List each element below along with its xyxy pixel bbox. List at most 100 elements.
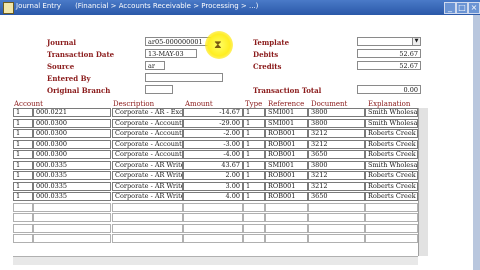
amount-cell[interactable]: [183, 223, 243, 233]
amount-cell[interactable]: -14.67: [183, 108, 243, 117]
description-cell[interactable]: Corporate - AR Write-: [112, 181, 183, 191]
document-cell[interactable]: 3650: [308, 150, 365, 159]
type-cell[interactable]: 1: [243, 192, 265, 201]
account-cell[interactable]: 000.0300: [33, 129, 111, 138]
reference-cell[interactable]: [265, 202, 308, 212]
amount-cell[interactable]: 3.00: [183, 181, 243, 191]
line-col-1[interactable]: 1: [13, 139, 33, 149]
horizontal-scrollbar[interactable]: [13, 256, 418, 265]
description-cell[interactable]: Corporate - Accounts R: [112, 139, 183, 149]
reference-cell[interactable]: ROB001: [265, 129, 308, 138]
amount-cell[interactable]: 43.67: [183, 160, 243, 170]
account-cell[interactable]: 000.0300: [33, 118, 111, 128]
line-col-1[interactable]: [13, 202, 33, 212]
reference-cell[interactable]: SMI001: [265, 108, 308, 117]
type-cell[interactable]: 1: [243, 181, 265, 191]
maximize-button[interactable]: □: [456, 2, 468, 14]
document-cell[interactable]: 3800: [308, 108, 365, 117]
amount-cell[interactable]: -29.00: [183, 118, 243, 128]
document-cell[interactable]: [308, 202, 365, 212]
document-cell[interactable]: 3800: [308, 160, 365, 170]
line-col-1[interactable]: 1: [13, 181, 33, 191]
reference-cell[interactable]: [265, 234, 308, 243]
type-cell[interactable]: [243, 202, 265, 212]
account-cell[interactable]: 000.0221: [33, 108, 111, 117]
document-cell[interactable]: 3212: [308, 139, 365, 149]
entered-by-field[interactable]: [145, 73, 223, 82]
explanation-cell[interactable]: Roberts Creek Lu: [365, 129, 418, 138]
account-cell[interactable]: [33, 234, 111, 243]
explanation-cell[interactable]: Roberts Creek Lu: [365, 192, 418, 201]
reference-cell[interactable]: [265, 213, 308, 222]
line-col-1[interactable]: [13, 223, 33, 233]
document-cell[interactable]: 3212: [308, 181, 365, 191]
reference-cell[interactable]: ROB001: [265, 192, 308, 201]
account-cell[interactable]: 000.0300: [33, 139, 111, 149]
amount-cell[interactable]: [183, 213, 243, 222]
description-cell[interactable]: [112, 213, 183, 222]
type-cell[interactable]: 1: [243, 139, 265, 149]
explanation-cell[interactable]: [365, 213, 418, 222]
amount-cell[interactable]: -3.00: [183, 139, 243, 149]
explanation-cell[interactable]: Roberts Creek Lu: [365, 171, 418, 180]
explanation-cell[interactable]: Roberts Creek Lu: [365, 181, 418, 191]
explanation-cell[interactable]: Smith Wholesal: [365, 160, 418, 170]
account-cell[interactable]: 000.0335: [33, 160, 111, 170]
document-cell[interactable]: [308, 213, 365, 222]
description-cell[interactable]: Corporate - Accounts R: [112, 118, 183, 128]
reference-cell[interactable]: SMI001: [265, 118, 308, 128]
reference-cell[interactable]: ROB001: [265, 171, 308, 180]
transaction-date-field[interactable]: 13-MAY-03: [145, 49, 197, 58]
document-cell[interactable]: 3800: [308, 118, 365, 128]
description-cell[interactable]: Corporate - Accounts R: [112, 150, 183, 159]
amount-cell[interactable]: 4.00: [183, 192, 243, 201]
explanation-cell[interactable]: Smith Wholesal: [365, 108, 418, 117]
explanation-cell[interactable]: Smith Wholesal: [365, 118, 418, 128]
line-col-1[interactable]: 1: [13, 192, 33, 201]
description-cell[interactable]: [112, 202, 183, 212]
type-cell[interactable]: [243, 213, 265, 222]
line-col-1[interactable]: 1: [13, 108, 33, 117]
amount-cell[interactable]: -2.00: [183, 129, 243, 138]
explanation-cell[interactable]: [365, 234, 418, 243]
source-field[interactable]: ar: [145, 61, 165, 70]
description-cell[interactable]: [112, 234, 183, 243]
amount-cell[interactable]: -4.00: [183, 150, 243, 159]
line-col-1[interactable]: [13, 234, 33, 243]
line-col-1[interactable]: 1: [13, 171, 33, 180]
description-cell[interactable]: Corporate - AR Write-: [112, 192, 183, 201]
reference-cell[interactable]: ROB001: [265, 150, 308, 159]
account-cell[interactable]: 000.0335: [33, 181, 111, 191]
vertical-scrollbar[interactable]: [418, 108, 428, 256]
type-cell[interactable]: [243, 223, 265, 233]
reference-cell[interactable]: ROB001: [265, 139, 308, 149]
line-col-1[interactable]: 1: [13, 118, 33, 128]
line-col-1[interactable]: 1: [13, 160, 33, 170]
close-button[interactable]: ×: [468, 2, 480, 14]
description-cell[interactable]: [112, 223, 183, 233]
document-cell[interactable]: 3650: [308, 192, 365, 201]
type-cell[interactable]: [243, 234, 265, 243]
description-cell[interactable]: Corporate - AR Write-: [112, 160, 183, 170]
description-cell[interactable]: Corporate - AR Write-: [112, 171, 183, 180]
explanation-cell[interactable]: Roberts Creek Lu: [365, 139, 418, 149]
reference-cell[interactable]: ROB001: [265, 181, 308, 191]
type-cell[interactable]: 1: [243, 129, 265, 138]
account-cell[interactable]: 000.0300: [33, 150, 111, 159]
type-cell[interactable]: 1: [243, 150, 265, 159]
chevron-down-icon[interactable]: ▼: [412, 38, 420, 45]
amount-cell[interactable]: [183, 202, 243, 212]
account-cell[interactable]: [33, 202, 111, 212]
account-cell[interactable]: 000.0335: [33, 171, 111, 180]
explanation-cell[interactable]: [365, 202, 418, 212]
line-col-1[interactable]: [13, 213, 33, 222]
type-cell[interactable]: 1: [243, 118, 265, 128]
type-cell[interactable]: 1: [243, 160, 265, 170]
document-cell[interactable]: [308, 234, 365, 243]
line-col-1[interactable]: 1: [13, 129, 33, 138]
line-col-1[interactable]: 1: [13, 150, 33, 159]
amount-cell[interactable]: [183, 234, 243, 243]
document-cell[interactable]: 3212: [308, 171, 365, 180]
explanation-cell[interactable]: Roberts Creek Lu: [365, 150, 418, 159]
type-cell[interactable]: 1: [243, 108, 265, 117]
